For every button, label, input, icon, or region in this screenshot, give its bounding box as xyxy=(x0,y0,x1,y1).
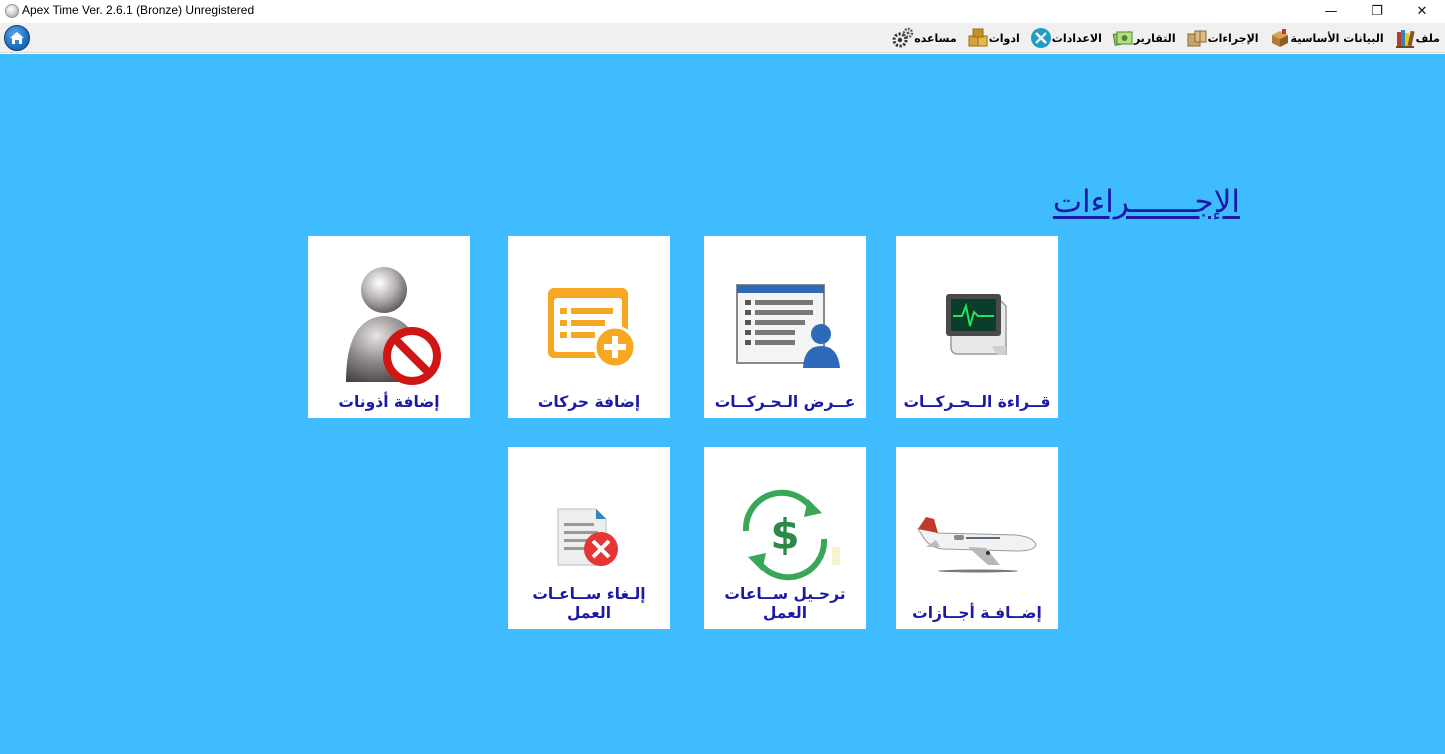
menu-settings[interactable]: الاعدادات xyxy=(1023,23,1105,53)
tile-add-leaves-label: إضــافـة أجــازات xyxy=(912,604,1042,622)
money-report-icon xyxy=(1112,31,1133,46)
books-icon xyxy=(1395,30,1415,48)
menu-tools[interactable]: ادوات xyxy=(960,23,1023,53)
boxes-icon xyxy=(968,28,988,47)
minimize-button[interactable]: — xyxy=(1308,0,1354,23)
window-title: Apex Time Ver. 2.6.1 (Bronze) Unregister… xyxy=(22,3,255,17)
section-title: الإجـــــــراءات xyxy=(1052,184,1240,220)
dollar-refresh-icon: $ xyxy=(742,489,840,581)
gears-icon xyxy=(892,27,914,48)
menu-procedures-label: الإجراءات xyxy=(1207,31,1259,45)
menu-bar: ملف البيانات الأساسية الإجراءات التقارير… xyxy=(0,23,1445,53)
menu-procedures[interactable]: الإجراءات xyxy=(1179,23,1262,53)
tile-post-hours[interactable]: $ ترحـيل ســاعات العمل xyxy=(704,447,866,629)
airplane-icon xyxy=(917,517,1037,573)
menu-file-label: ملف xyxy=(1415,31,1440,45)
home-icon xyxy=(10,32,24,44)
terminal-reader-icon xyxy=(946,294,1007,355)
window-title-bar: Apex Time Ver. 2.6.1 (Bronze) Unregister… xyxy=(0,0,1445,23)
box-icon xyxy=(1271,29,1288,47)
menu-basic-data-label: البيانات الأساسية xyxy=(1290,31,1384,45)
home-button[interactable] xyxy=(4,25,30,51)
tile-add-moves[interactable]: إضافة حركات xyxy=(508,236,670,418)
menu-help-label: مساعده xyxy=(914,31,957,45)
tile-add-moves-label: إضافة حركات xyxy=(537,393,641,411)
maximize-button[interactable]: ❐ xyxy=(1354,0,1400,23)
menu-reports[interactable]: التقارير xyxy=(1105,23,1179,53)
tile-view-moves[interactable]: عــرض الـحـركــات xyxy=(704,236,866,418)
app-icon xyxy=(5,4,19,18)
close-button[interactable]: ✕ xyxy=(1399,0,1445,23)
tile-post-hours-line1: ترحـيل ســاعات xyxy=(724,585,846,603)
document-cancel-icon xyxy=(557,508,618,566)
svg-text:$: $ xyxy=(770,510,799,559)
tile-add-leaves[interactable]: إضــافـة أجــازات xyxy=(896,447,1058,629)
menu-basic-data[interactable]: البيانات الأساسية xyxy=(1262,23,1387,53)
tile-cancel-hours[interactable]: إلـغاء ســاعـات العمل xyxy=(508,447,670,629)
tile-add-permissions[interactable]: إضافة أذونات xyxy=(308,236,470,418)
add-list-icon xyxy=(548,288,637,369)
menu-tools-label: ادوات xyxy=(988,31,1020,45)
tile-post-hours-line2: العمل xyxy=(762,604,808,622)
menu-items: ملف البيانات الأساسية الإجراءات التقارير… xyxy=(885,23,1443,53)
tile-post-hours-label: ترحـيل ســاعات العمل xyxy=(708,585,862,623)
menu-reports-label: التقارير xyxy=(1133,31,1176,45)
tile-read-moves[interactable]: قــراءة الــحـركــات xyxy=(896,236,1058,418)
menu-help[interactable]: مساعده xyxy=(885,23,960,53)
tile-view-moves-label: عــرض الـحـركــات xyxy=(714,393,856,411)
list-user-icon xyxy=(736,284,840,368)
tile-cancel-hours-line2: العمل xyxy=(566,604,612,622)
tile-cancel-hours-line1: إلـغاء ســاعـات xyxy=(532,585,646,603)
main-panel: الإجـــــــراءات قــراءة الــحـركــات عـ… xyxy=(0,54,1445,754)
menu-file[interactable]: ملف xyxy=(1387,23,1443,53)
tile-cancel-hours-label: إلـغاء ســاعـات العمل xyxy=(512,585,666,623)
tile-add-permissions-label: إضافة أذونات xyxy=(338,393,440,411)
tools-icon xyxy=(1030,28,1051,48)
package-icon xyxy=(1187,30,1207,47)
menu-settings-label: الاعدادات xyxy=(1051,31,1102,45)
user-blocked-icon xyxy=(346,267,441,385)
tile-read-moves-label: قــراءة الــحـركــات xyxy=(903,393,1051,411)
